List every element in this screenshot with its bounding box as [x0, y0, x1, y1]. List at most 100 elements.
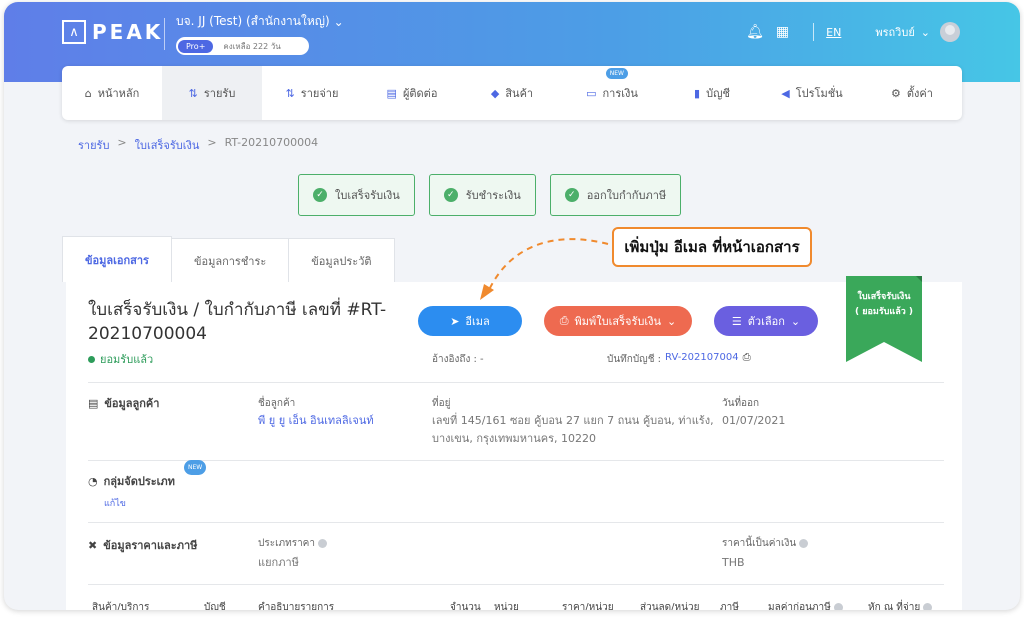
chevron-down-icon: ⌄: [333, 14, 344, 29]
status-dot-icon: [88, 355, 95, 363]
nav-item-promotion[interactable]: ◀ โปรโมชั่น: [762, 66, 862, 120]
avatar[interactable]: [940, 22, 960, 42]
language-switch[interactable]: EN: [826, 26, 841, 39]
breadcrumb-receipt[interactable]: ใบเสร็จรับเงิน: [135, 136, 200, 154]
logo-mark-icon: ∧: [62, 20, 86, 44]
breadcrumb: รายรับ > ใบเสร็จรับเงิน > RT-20210700004: [78, 136, 318, 154]
reference-info: อ้างอิงถึง : -: [432, 354, 484, 365]
nav-label: การเงิน: [602, 87, 638, 100]
table-header-description: คำอธิบายรายการ: [258, 602, 335, 610]
issue-date-value: 01/07/2021: [722, 414, 786, 427]
bell-icon[interactable]: 🔔︎: [746, 24, 764, 40]
divider: [88, 382, 944, 383]
step-label: ออกใบกำกับภาษี: [586, 189, 667, 202]
price-type-label: ประเภทราคา: [258, 536, 327, 551]
table-header-pre-tax: มูลค่าก่อนภาษี: [768, 600, 843, 610]
header-divider: [164, 18, 165, 50]
print-button-label: พิมพ์ใบเสร็จรับเงิน: [574, 315, 662, 328]
status-text: ยอมรับแล้ว: [100, 353, 154, 366]
company-selector[interactable]: บจ. JJ (Test) (สำนักงานใหญ่) ⌄ Pro+ คงเห…: [176, 12, 344, 55]
table-header-account: บัญชี: [204, 602, 226, 610]
address-line1: เลขที่ 145/161 ซอย คู้บอน 27 แยก 7 ถนน ค…: [432, 414, 714, 427]
print-button[interactable]: ⎙ พิมพ์ใบเสร็จรับเงิน ⌄: [544, 306, 692, 336]
nav-label: รายจ่าย: [300, 87, 339, 100]
tab-document-info[interactable]: ข้อมูลเอกสาร: [62, 236, 172, 282]
peak-logo[interactable]: ∧ PEAK: [62, 20, 163, 44]
new-badge: NEW: [605, 68, 628, 79]
currency-label: ราคานี้เป็นค่าเงิน: [722, 536, 809, 551]
nav-item-expense[interactable]: ⇅ รายจ่าย: [262, 66, 362, 120]
divider: [88, 522, 944, 523]
plan-remaining: คงเหลือ 222 วัน: [223, 41, 281, 51]
plan-badge: Pro+: [178, 39, 214, 53]
info-icon[interactable]: [317, 538, 327, 548]
finance-icon: ▭: [586, 86, 597, 100]
breadcrumb-separator: >: [207, 136, 217, 149]
info-icon[interactable]: [923, 602, 933, 610]
price-tag-icon: ✖: [88, 538, 98, 552]
section-title-text: ข้อมูลราคาและภาษี: [103, 539, 198, 552]
logo-text: PEAK: [92, 20, 164, 44]
send-icon: ➤: [450, 314, 460, 328]
user-name[interactable]: พรถวิบย์: [875, 23, 914, 41]
price-type-value: แยกภาษี: [258, 556, 299, 569]
app-grid-icon[interactable]: ▦: [776, 24, 789, 40]
section-title-text: ข้อมูลลูกค้า: [104, 397, 160, 410]
table-header-discount: ส่วนลด/หน่วย: [640, 602, 700, 610]
step-payment[interactable]: ✓ รับชำระเงิน: [428, 174, 536, 216]
info-icon[interactable]: [799, 538, 809, 548]
pie-chart-icon: ◔: [88, 474, 98, 488]
ribbon-line2: ( ยอมรับแล้ว ): [854, 307, 914, 317]
ribbon-line1: ใบเสร็จรับเงิน: [857, 292, 911, 302]
edit-group-link[interactable]: แก้ไข: [104, 496, 126, 510]
customer-name-link[interactable]: พี ยู ยู เอ็น อินเทลลิเจนท์: [258, 412, 374, 429]
price-type-label-text: ประเภทราคา: [258, 538, 315, 549]
info-icon[interactable]: [833, 602, 843, 610]
table-header-quantity: จำนวน: [450, 602, 481, 610]
printer-icon: ⎙: [559, 314, 569, 327]
nav-item-contacts[interactable]: ▤ ผู้ติดต่อ: [362, 66, 462, 120]
journal-label: บันทึกบัญชี :: [607, 354, 662, 365]
user-chevron-down-icon[interactable]: ⌄: [921, 26, 930, 39]
callout-arrow-icon: [480, 238, 609, 300]
nav-label: หน้าหลัก: [97, 87, 140, 100]
address-label: ที่อยู่: [432, 398, 451, 409]
plan-status: Pro+ คงเหลือ 222 วัน: [176, 37, 309, 55]
table-header-product: สินค้า/บริการ: [92, 602, 150, 610]
nav-label: ผู้ติดต่อ: [402, 87, 438, 100]
gear-icon: ⚙: [891, 86, 901, 100]
customer-card-icon: ▤: [88, 396, 99, 410]
contacts-icon: ▤: [386, 86, 397, 100]
step-receipt[interactable]: ✓ ใบเสร็จรับเงิน: [298, 174, 415, 216]
step-tax-invoice[interactable]: ✓ ออกใบกำกับภาษี: [549, 174, 682, 216]
journal-link[interactable]: RV-202107004: [665, 352, 739, 367]
group-section-title: ◔ กลุ่มจัดประเภท: [88, 472, 175, 490]
nav-item-accounting[interactable]: ▮ บัญชี: [662, 66, 762, 120]
tab-history-info[interactable]: ข้อมูลประวัติ: [288, 238, 395, 282]
journal-info: บันทึกบัญชี : RV-202107004 ⎙: [607, 352, 751, 367]
issue-date-label: วันที่ออก: [722, 398, 760, 409]
nav-label: ตั้งค่า: [906, 87, 933, 100]
table-header-unit: หน่วย: [494, 602, 519, 610]
email-button[interactable]: ➤ อีเมล: [418, 306, 522, 336]
nav-label: บัญชี: [706, 87, 730, 100]
nav-item-settings[interactable]: ⚙ ตั้งค่า: [862, 66, 962, 120]
printer-icon[interactable]: ⎙: [743, 352, 751, 367]
check-icon: ✓: [443, 188, 458, 202]
workflow-steps: ✓ ใบเสร็จรับเงิน ✓ รับชำระเงิน ✓ ออกใบกำ…: [298, 174, 682, 216]
nav-item-finance[interactable]: ▭ การเงิน NEW: [562, 66, 662, 120]
app-window: ∧ PEAK บจ. JJ (Test) (สำนักงานใหญ่) ⌄ Pr…: [4, 2, 1020, 610]
currency-label-text: ราคานี้เป็นค่าเงิน: [722, 538, 797, 549]
options-button[interactable]: ☰ ตัวเลือก ⌄: [714, 306, 818, 336]
breadcrumb-income[interactable]: รายรับ: [78, 136, 109, 154]
home-icon: ⌂: [84, 86, 92, 100]
nav-item-income[interactable]: ⇅ รายรับ: [162, 66, 262, 120]
section-title-text: กลุ่มจัดประเภท: [103, 475, 175, 488]
tab-payment-info[interactable]: ข้อมูลการชำระ: [170, 238, 290, 282]
header-actions-divider: [813, 23, 815, 41]
currency-value: THB: [722, 556, 745, 569]
document-tabs: ข้อมูลเอกสาร ข้อมูลการชำระ ข้อมูลประวัติ: [62, 236, 395, 282]
nav-item-products[interactable]: ◆ สินค้า: [462, 66, 562, 120]
nav-item-home[interactable]: ⌂ หน้าหลัก: [62, 66, 162, 120]
check-icon: ✓: [313, 188, 327, 202]
